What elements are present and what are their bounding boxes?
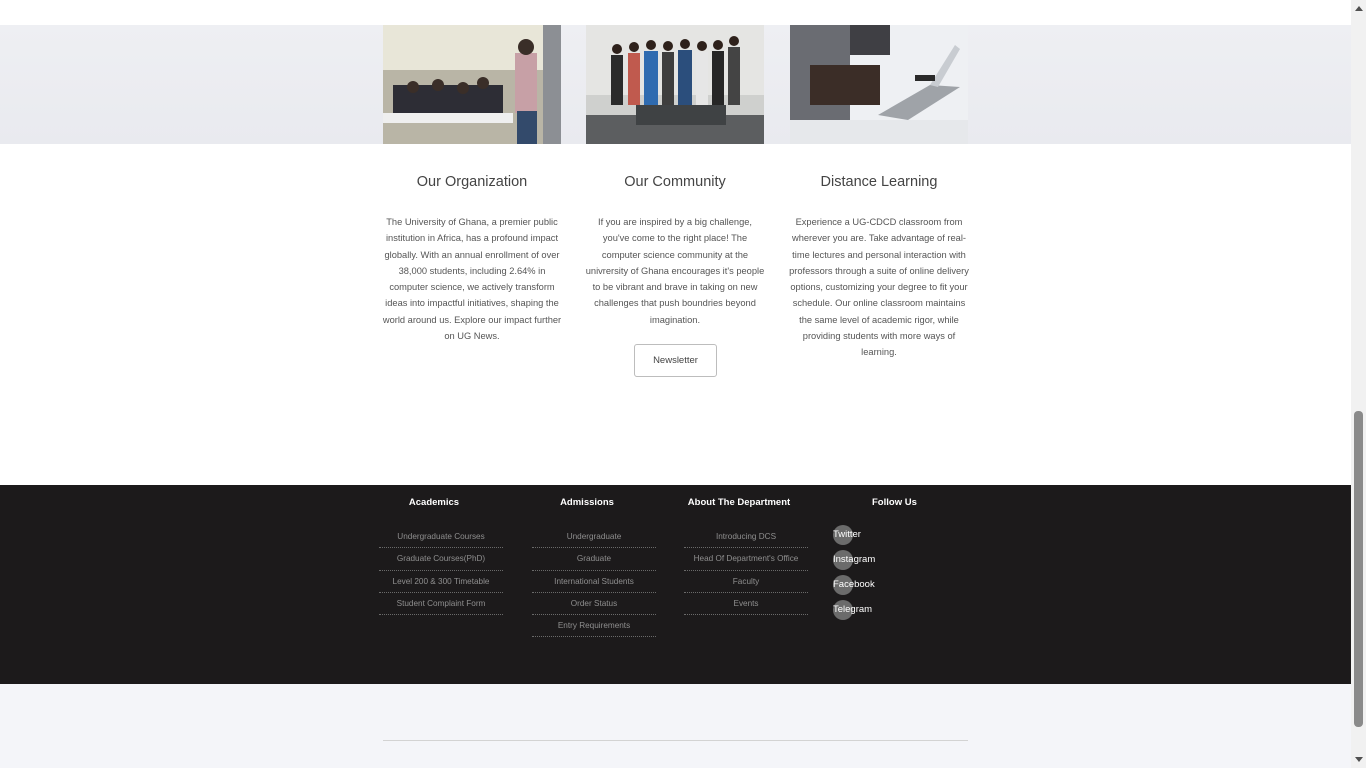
- footer-heading-follow: Follow Us: [872, 497, 917, 508]
- feature-text: The University of Ghana, a premier publi…: [382, 217, 562, 342]
- footer-link[interactable]: Undergraduate: [532, 526, 656, 549]
- footer-link[interactable]: Head Of Department's Office: [684, 548, 808, 571]
- scroll-down-arrow-icon[interactable]: [1351, 751, 1366, 768]
- feature-text: If you are inspired by a big challenge, …: [585, 217, 765, 325]
- footer: Academics Undergraduate Courses Graduate…: [0, 485, 1351, 684]
- footer-academics: Academics Undergraduate Courses Graduate…: [379, 485, 503, 616]
- social-telegram[interactable]: Telegram: [833, 600, 953, 625]
- feature-community: Our Community If you are inspired by a b…: [585, 172, 765, 328]
- distance-learning-photo: [790, 25, 968, 144]
- social-label: Twitter: [833, 529, 861, 540]
- footer-link[interactable]: Level 200 & 300 Timetable: [379, 571, 503, 593]
- divider: [383, 740, 968, 741]
- scroll-up-arrow-icon[interactable]: [1351, 0, 1366, 17]
- feature-text: Experience a UG-CDCD classroom from wher…: [789, 217, 969, 358]
- vertical-scrollbar[interactable]: [1351, 0, 1366, 768]
- bottom-area: [0, 684, 1351, 768]
- social-twitter[interactable]: Twitter: [833, 525, 953, 550]
- organization-photo: [383, 25, 561, 144]
- footer-link[interactable]: Order Status: [532, 593, 656, 616]
- footer-link[interactable]: Student Complaint Form: [379, 593, 503, 616]
- social-facebook[interactable]: Facebook: [833, 575, 953, 600]
- footer-link[interactable]: Introducing DCS: [684, 526, 808, 549]
- footer-admissions: Admissions Undergraduate Graduate Intern…: [532, 485, 656, 638]
- social-label: Instagram: [833, 554, 876, 565]
- footer-link[interactable]: Graduate Courses(PhD): [379, 548, 503, 571]
- social-label: Telegram: [833, 604, 873, 615]
- footer-follow-us: Follow Us Twitter Instagram Facebook Tel…: [833, 485, 953, 625]
- top-strip: [0, 0, 1351, 25]
- feature-distance-learning: Distance Learning Experience a UG-CDCD c…: [789, 172, 969, 361]
- footer-link[interactable]: Entry Requirements: [532, 615, 656, 638]
- footer-link[interactable]: Graduate: [532, 548, 656, 571]
- page-viewport: Our Organization The University of Ghana…: [0, 0, 1351, 768]
- social-instagram[interactable]: Instagram: [833, 550, 953, 575]
- footer-link[interactable]: International Students: [532, 571, 656, 593]
- feature-organization: Our Organization The University of Ghana…: [382, 172, 562, 344]
- footer-about: About The Department Introducing DCS Hea…: [684, 485, 808, 616]
- footer-link[interactable]: Events: [684, 593, 808, 616]
- footer-heading-academics: Academics: [408, 497, 460, 508]
- footer-link[interactable]: Undergraduate Courses: [379, 526, 503, 549]
- footer-heading-admissions: Admissions: [560, 497, 614, 508]
- newsletter-button[interactable]: Newsletter: [634, 344, 717, 377]
- footer-link[interactable]: Faculty: [684, 571, 808, 593]
- scrollbar-thumb[interactable]: [1354, 411, 1363, 727]
- social-label: Facebook: [833, 579, 875, 590]
- footer-heading-about: About The Department: [687, 497, 791, 508]
- feature-title: Our Community: [624, 174, 726, 190]
- community-photo: [586, 25, 764, 144]
- feature-title: Distance Learning: [820, 174, 938, 190]
- feature-title: Our Organization: [416, 174, 528, 190]
